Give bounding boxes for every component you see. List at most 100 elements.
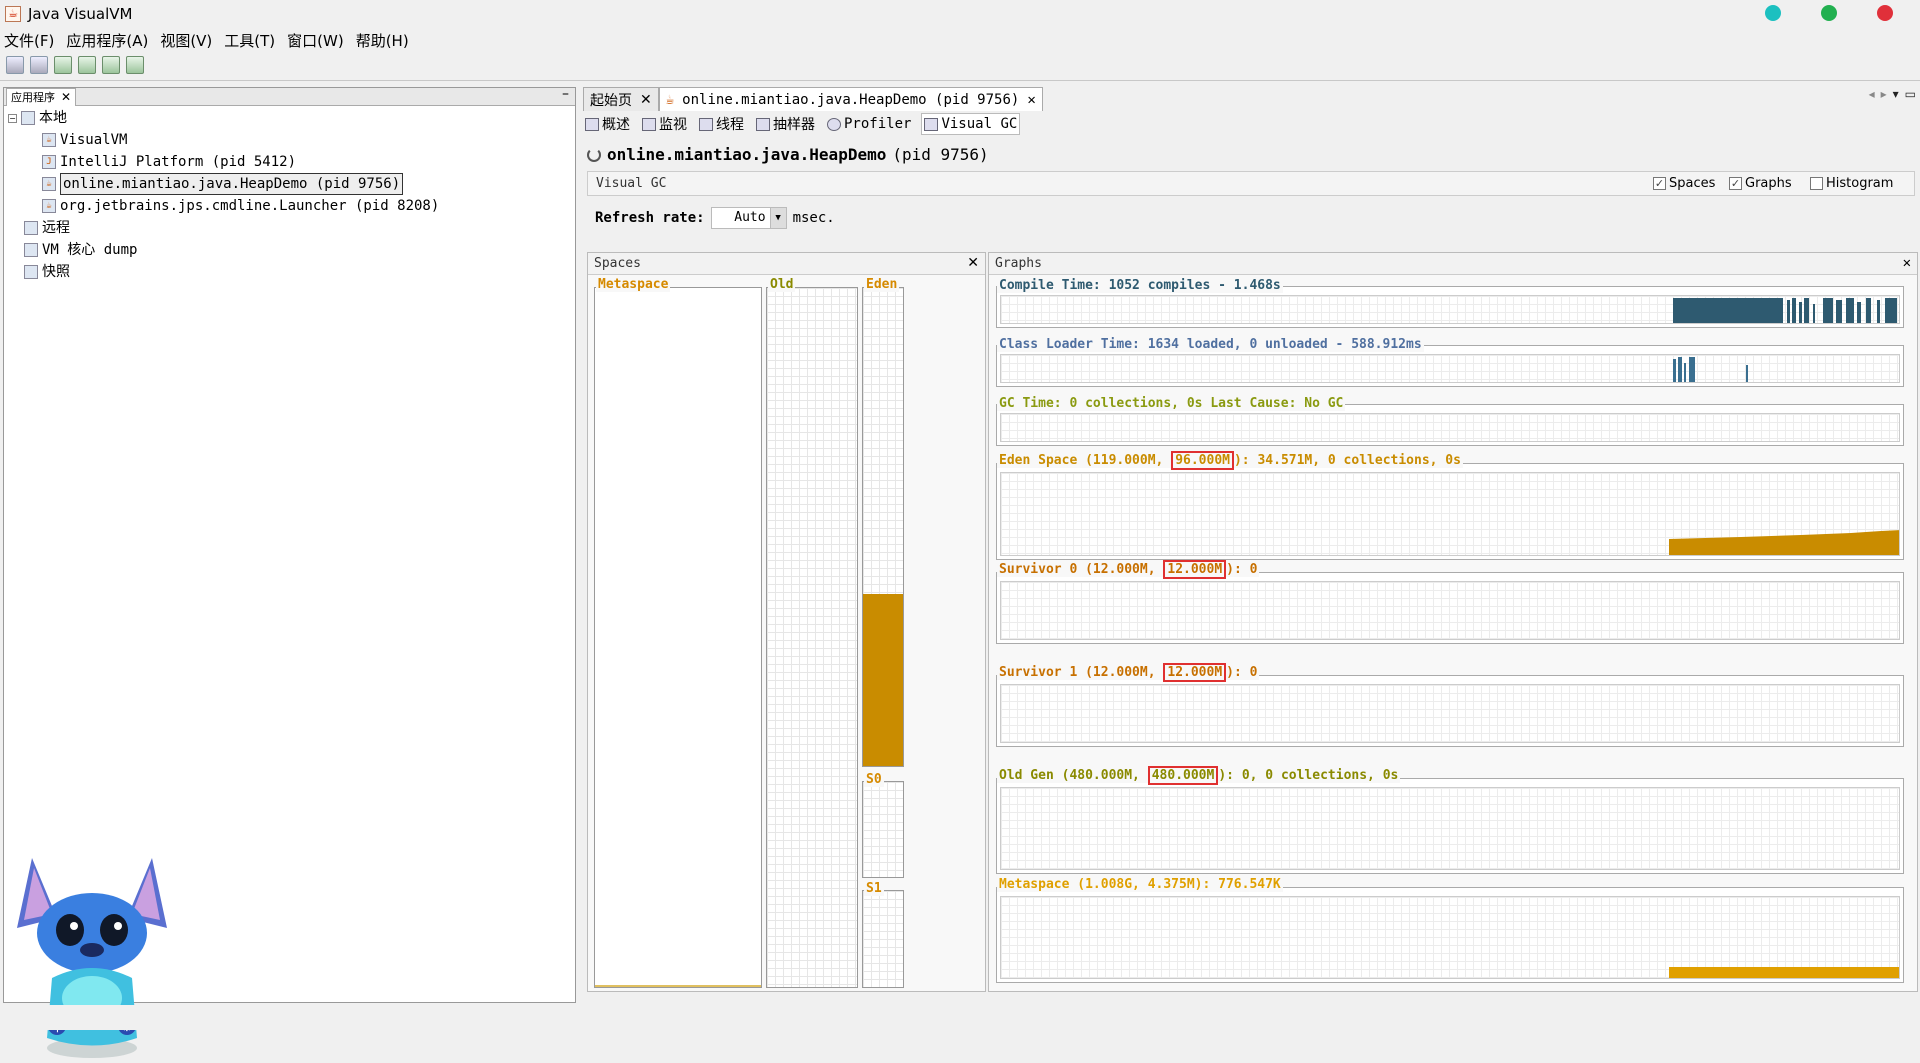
spaces-panel: Spaces ✕ Metaspace Old Eden S0 S1	[587, 252, 986, 992]
subtab-profiler[interactable]: Profiler	[825, 113, 913, 135]
java-cup-icon: ☕	[5, 6, 21, 22]
subtab-threads[interactable]: 线程	[697, 113, 746, 135]
tree-item-visualvm[interactable]: ☕ VisualVM	[42, 130, 127, 150]
tree-item-heapdemo[interactable]: ☕ online.miantiao.java.HeapDemo (pid 9756…	[42, 173, 404, 195]
menu-file[interactable]: 文件(F)	[4, 30, 54, 52]
tab-label: online.miantiao.java.HeapDemo (pid 9756)	[682, 91, 1020, 108]
toolbar	[6, 56, 144, 76]
close-icon[interactable]: ✕	[1903, 255, 1911, 271]
tree-item-intellij[interactable]: J IntelliJ Platform (pid 5412)	[42, 152, 296, 172]
menu-applications[interactable]: 应用程序(A)	[66, 30, 148, 52]
graph-area	[1000, 413, 1900, 442]
graph-area	[1000, 295, 1900, 324]
close-button[interactable]	[1877, 5, 1893, 21]
tab-heapdemo[interactable]: ☕ online.miantiao.java.HeapDemo (pid 9756…	[658, 87, 1043, 111]
menu-tools[interactable]: 工具(T)	[224, 30, 275, 52]
tab-label: 起始页	[590, 92, 632, 109]
s1-label: S1	[864, 881, 884, 896]
collapse-icon[interactable]: −	[8, 113, 17, 123]
tree-item-local[interactable]: − 本地	[8, 108, 67, 128]
loading-icon	[587, 147, 601, 162]
tab-applications[interactable]: 应用程序 ✕	[6, 88, 77, 106]
graph-area	[1000, 684, 1900, 743]
old-gen-graph	[996, 778, 1904, 874]
class-loader-bars	[1673, 357, 1748, 382]
menu-help[interactable]: 帮助(H)	[356, 30, 409, 52]
add-remote-host-icon[interactable]	[30, 56, 48, 74]
spaces-checkbox[interactable]: ✓ Spaces	[1653, 176, 1715, 191]
load-snapshot-icon[interactable]	[54, 56, 72, 74]
menu-window[interactable]: 窗口(W)	[287, 30, 344, 52]
graph-area	[1000, 581, 1900, 640]
tab-start-page[interactable]: 起始页 ✕	[583, 87, 659, 111]
heap-dump-icon[interactable]	[102, 56, 120, 74]
menu-view[interactable]: 视图(V)	[160, 30, 212, 52]
checkbox-checked-icon: ✓	[1729, 177, 1742, 190]
applications-panel: 应用程序 ✕ – − 本地 ☕ VisualVM J IntelliJ Platform…	[3, 86, 576, 1058]
compile-time-label: Compile Time: 1052 compiles - 1.468s	[997, 278, 1283, 293]
old-gen-prefix: Old Gen (480.000M,	[999, 768, 1148, 783]
snapshot-icon	[24, 265, 38, 279]
tree-item-remote[interactable]: 远程	[24, 218, 70, 238]
eden-space-suffix: ): 34.571M, 0 collections, 0s	[1233, 453, 1461, 468]
thread-dump-icon[interactable]	[78, 56, 96, 74]
eden-box	[862, 287, 904, 767]
spaces-panel-header: Spaces ✕	[588, 253, 985, 275]
subtab-visual-gc[interactable]: Visual GC	[921, 113, 1021, 135]
checkbox-label: Graphs	[1745, 176, 1792, 191]
subtab-monitor[interactable]: 监视	[640, 113, 689, 135]
eden-space-highlight: 96.000M	[1171, 451, 1234, 470]
refresh-rate-select[interactable]: Auto ▼	[710, 207, 787, 229]
tree-label: org.jetbrains.jps.cmdline.Launcher (pid …	[60, 198, 440, 214]
subtab-sampler[interactable]: 抽样器	[754, 113, 817, 135]
minimize-panel-icon[interactable]: –	[562, 86, 569, 102]
graph-area	[1000, 896, 1900, 979]
checkbox-label: Histogram	[1826, 176, 1894, 191]
old-gen-label: Old Gen (480.000M, 480.000M): 0, 0 colle…	[997, 766, 1401, 785]
page-title: online.miantiao.java.HeapDemo (pid 9756)	[587, 145, 989, 164]
tab-list-icon[interactable]: ▾	[1893, 87, 1899, 101]
tree-item-snapshot[interactable]: 快照	[24, 262, 70, 282]
survivor1-label: Survivor 1 (12.000M, 12.000M): 0	[997, 663, 1260, 682]
graph-area	[1000, 354, 1900, 383]
close-icon[interactable]: ✕	[61, 90, 71, 104]
process-name: online.miantiao.java.HeapDemo	[607, 145, 887, 164]
graphs-panel-header: Graphs ✕	[989, 253, 1917, 275]
eden-space-label: Eden Space (119.000M, 96.000M): 34.571M,…	[997, 451, 1463, 470]
scroll-right-icon[interactable]: ▸	[1881, 87, 1887, 101]
tree-label: VisualVM	[60, 132, 128, 148]
maximize-icon[interactable]: ▭	[1905, 87, 1916, 101]
add-jmx-connection-icon[interactable]	[6, 56, 24, 74]
close-icon[interactable]: ✕	[967, 255, 979, 271]
sampler-icon	[756, 117, 770, 131]
old-gen-highlight: 480.000M	[1147, 766, 1219, 785]
close-icon[interactable]: ✕	[640, 92, 652, 108]
menu-bar: 文件(F) 应用程序(A) 视图(V) 工具(T) 窗口(W) 帮助(H)	[0, 30, 409, 52]
scroll-left-icon[interactable]: ◂	[1869, 87, 1875, 101]
graphs-title: Graphs	[995, 256, 1042, 271]
tree-item-launcher[interactable]: ☕ org.jetbrains.jps.cmdline.Launcher (pid…	[42, 196, 439, 216]
survivor0-prefix: Survivor 0 (12.000M,	[999, 562, 1164, 577]
close-icon[interactable]: ✕	[1027, 92, 1035, 108]
snapshot-icon[interactable]	[126, 56, 144, 74]
tree-label: 本地	[39, 110, 67, 126]
histogram-checkbox[interactable]: Histogram	[1810, 176, 1893, 191]
subtab-overview[interactable]: 概述	[583, 113, 632, 135]
s0-box	[862, 781, 904, 878]
core-dump-icon	[24, 243, 38, 257]
main-panel: 起始页 ✕ ☕ online.miantiao.java.HeapDemo (pid…	[583, 87, 1920, 1003]
refresh-rate-value: Auto	[734, 210, 766, 225]
subtab-label: 监视	[659, 117, 687, 133]
tree-item-coredump[interactable]: VM 核心 dump	[24, 240, 137, 260]
maximize-button[interactable]	[1821, 5, 1837, 21]
minimize-button[interactable]	[1765, 5, 1781, 21]
tab-applications-label: 应用程序	[11, 91, 55, 104]
subtabs: 概述 监视 线程 抽样器 Profiler Visual GC	[583, 113, 1021, 135]
computer-icon	[21, 111, 35, 125]
metaspace-label: Metaspace	[596, 277, 671, 292]
graphs-checkbox[interactable]: ✓ Graphs	[1729, 176, 1792, 191]
network-icon	[24, 221, 38, 235]
checkbox-unchecked-icon	[1810, 177, 1823, 190]
desktop-mascot[interactable]: 中 ☽ ° ⚙	[12, 848, 172, 1063]
profiler-icon	[827, 117, 841, 131]
